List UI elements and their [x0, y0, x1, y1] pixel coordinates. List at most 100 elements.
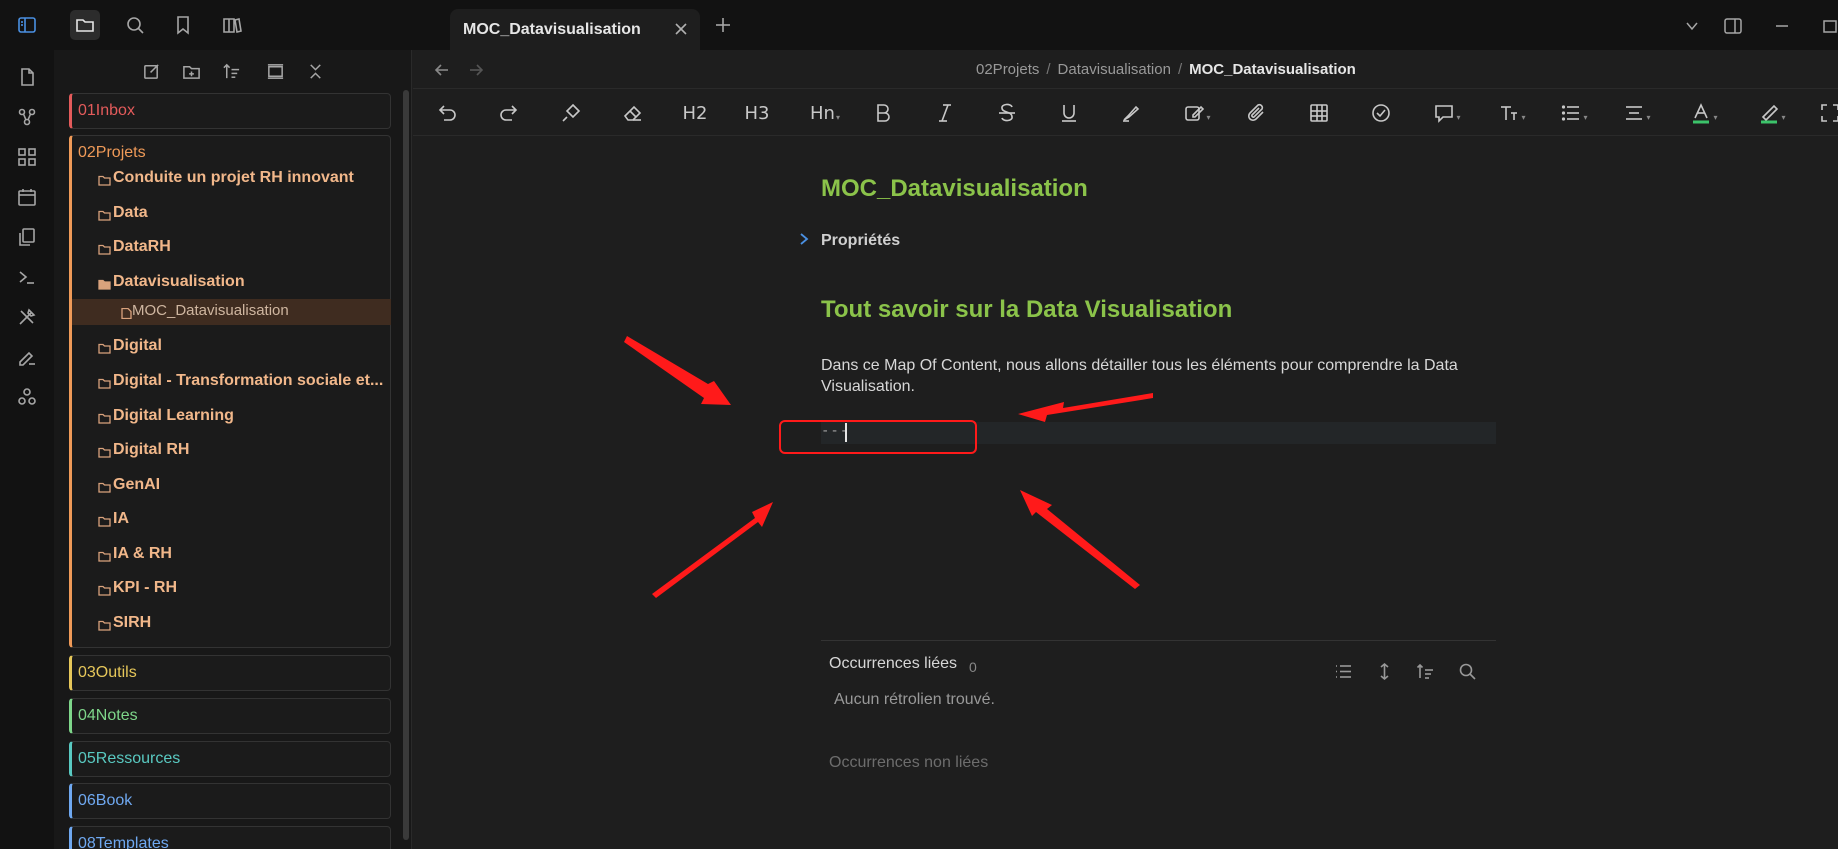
folder-item[interactable]: SIRH — [72, 609, 391, 639]
breadcrumb-separator: / — [1177, 61, 1183, 78]
folder-item[interactable]: KPI - RH — [72, 574, 391, 604]
folder-02projets[interactable]: 02Projets Conduite un projet RH innovant… — [69, 135, 391, 648]
chevron-down-icon: ▾ — [1206, 112, 1211, 122]
files-icon[interactable] — [14, 64, 40, 90]
active-editor-line[interactable]: --- — [821, 422, 1496, 444]
chevron-down-icon: ▾ — [835, 112, 840, 122]
section-heading[interactable]: Tout savoir sur la Data Visualisation — [821, 296, 1232, 324]
folder-item[interactable]: IA & RH — [72, 540, 391, 570]
collapse-all-icon[interactable] — [302, 58, 328, 84]
file-item-active[interactable]: MOC_Datavisualisation — [72, 299, 391, 325]
bold-icon[interactable] — [868, 99, 898, 127]
sort-icon[interactable] — [218, 58, 244, 84]
canvas-icon[interactable] — [14, 144, 40, 170]
edit-icon[interactable]: ▾ — [1178, 99, 1216, 127]
forward-arrow-icon[interactable] — [465, 59, 487, 81]
new-folder-icon[interactable] — [178, 58, 204, 84]
sidebar-toggle-icon[interactable] — [12, 10, 42, 40]
font-color-icon[interactable]: ▾ — [1685, 99, 1723, 127]
folder-item[interactable]: GenAI — [72, 471, 391, 501]
right-sidebar-toggle-icon[interactable] — [1721, 14, 1745, 38]
folder-item[interactable]: Conduite un projet RH innovant — [72, 164, 391, 194]
breadcrumb-current: MOC_Datavisualisation — [1189, 61, 1356, 78]
format-painter-icon[interactable] — [556, 99, 586, 127]
redo-icon[interactable] — [494, 99, 524, 127]
terminal-icon[interactable] — [14, 264, 40, 290]
search-icon[interactable] — [1455, 659, 1479, 683]
italic-icon[interactable] — [930, 99, 960, 127]
back-arrow-icon[interactable] — [431, 59, 453, 81]
align-icon[interactable]: ▾ — [1618, 99, 1656, 127]
list-icon[interactable] — [1331, 659, 1355, 683]
folder-item[interactable]: Digital — [72, 332, 391, 362]
chevron-down-icon[interactable] — [1680, 14, 1704, 38]
writing-icon[interactable] — [14, 344, 40, 370]
folder-08templates[interactable]: 08Templates — [69, 826, 391, 849]
underline-icon[interactable] — [1054, 99, 1084, 127]
copy-icon[interactable] — [14, 224, 40, 250]
bookmark-icon[interactable] — [168, 10, 198, 40]
active-tab[interactable]: MOC_Datavisualisation — [450, 9, 700, 50]
linked-mentions-title[interactable]: Occurrences liées — [829, 655, 957, 673]
view-header: 02Projets / Datavisualisation / MOC_Datavisu… — [413, 50, 1838, 88]
calendar-icon[interactable] — [14, 184, 40, 210]
unlinked-mentions-title[interactable]: Occurrences non liées — [829, 754, 988, 772]
checklist-icon[interactable] — [1366, 99, 1396, 127]
sort-icon[interactable] — [1413, 659, 1437, 683]
callout-icon[interactable]: ▾ — [1428, 99, 1466, 127]
folder-item[interactable]: Digital RH — [72, 436, 391, 466]
graph-view-icon[interactable] — [14, 104, 40, 130]
book-icon[interactable] — [217, 10, 247, 40]
table-icon[interactable] — [1304, 99, 1334, 127]
folder-item[interactable]: Data — [72, 199, 391, 229]
search-icon[interactable] — [120, 10, 150, 40]
sidebar-scrollbar[interactable] — [403, 90, 409, 840]
text-size-icon[interactable]: ▾ — [1493, 99, 1531, 127]
folder-icon — [98, 549, 111, 562]
editing-toolbar: H2 H3 Hn ▾ ▾ ▾ ▾ ▾ ▾ ▾ ▾ — [413, 88, 1838, 136]
paragraph[interactable]: Dans ce Map Of Content, nous allons déta… — [821, 355, 1501, 397]
folder-03outils[interactable]: 03Outils — [69, 655, 391, 691]
folder-icon — [98, 411, 111, 424]
fullscreen-icon[interactable] — [1815, 99, 1838, 127]
new-tab-icon[interactable] — [710, 12, 736, 38]
close-icon[interactable] — [670, 18, 692, 40]
undo-icon[interactable] — [432, 99, 462, 127]
new-note-icon[interactable] — [138, 58, 164, 84]
list-icon[interactable]: ▾ — [1555, 99, 1593, 127]
heading-3-button[interactable]: H3 — [742, 99, 772, 127]
eraser-icon[interactable] — [618, 99, 648, 127]
strikethrough-icon[interactable] — [992, 99, 1022, 127]
heading-2-button[interactable]: H2 — [680, 99, 710, 127]
auto-reveal-icon[interactable] — [262, 58, 288, 84]
folder-item[interactable]: DataRH — [72, 233, 391, 263]
maximize-icon[interactable] — [1818, 14, 1838, 38]
note-title[interactable]: MOC_Datavisualisation — [821, 175, 1088, 203]
folder-item-open[interactable]: Datavisualisation — [72, 268, 391, 298]
breadcrumb-item[interactable]: 02Projets — [976, 61, 1039, 78]
chevron-right-icon — [798, 231, 812, 249]
editor-pane: 02Projets / Datavisualisation / MOC_Datavisu… — [413, 50, 1838, 849]
breadcrumb-item[interactable]: Datavisualisation — [1058, 61, 1171, 78]
highlighter-icon[interactable] — [1116, 99, 1146, 127]
folder-item[interactable]: IA — [72, 505, 391, 535]
tools-icon[interactable] — [14, 304, 40, 330]
folder-01inbox[interactable]: 01Inbox — [69, 93, 391, 129]
chevron-down-icon: ▾ — [1713, 112, 1718, 122]
folder-04notes[interactable]: 04Notes — [69, 698, 391, 734]
folder-05ressources[interactable]: 05Ressources — [69, 741, 391, 777]
expand-vertical-icon[interactable] — [1372, 659, 1396, 683]
folder-label: 05Ressources — [78, 750, 181, 767]
folder-item[interactable]: Digital - Transformation sociale et... — [72, 367, 391, 397]
attachment-icon[interactable] — [1242, 99, 1272, 127]
file-explorer-icon[interactable] — [70, 10, 100, 40]
folder-icon — [98, 208, 111, 221]
heading-n-button[interactable]: Hn ▾ — [806, 99, 844, 127]
properties-label: Propriétés — [821, 232, 901, 249]
minimize-icon[interactable] — [1770, 14, 1794, 38]
folder-item[interactable]: Digital Learning — [72, 402, 391, 432]
file-item-label: MOC_Datavisualisation — [132, 302, 289, 319]
plugin-icon[interactable] — [14, 384, 40, 410]
folder-06book[interactable]: 06Book — [69, 783, 391, 819]
background-color-icon[interactable]: ▾ — [1753, 99, 1791, 127]
